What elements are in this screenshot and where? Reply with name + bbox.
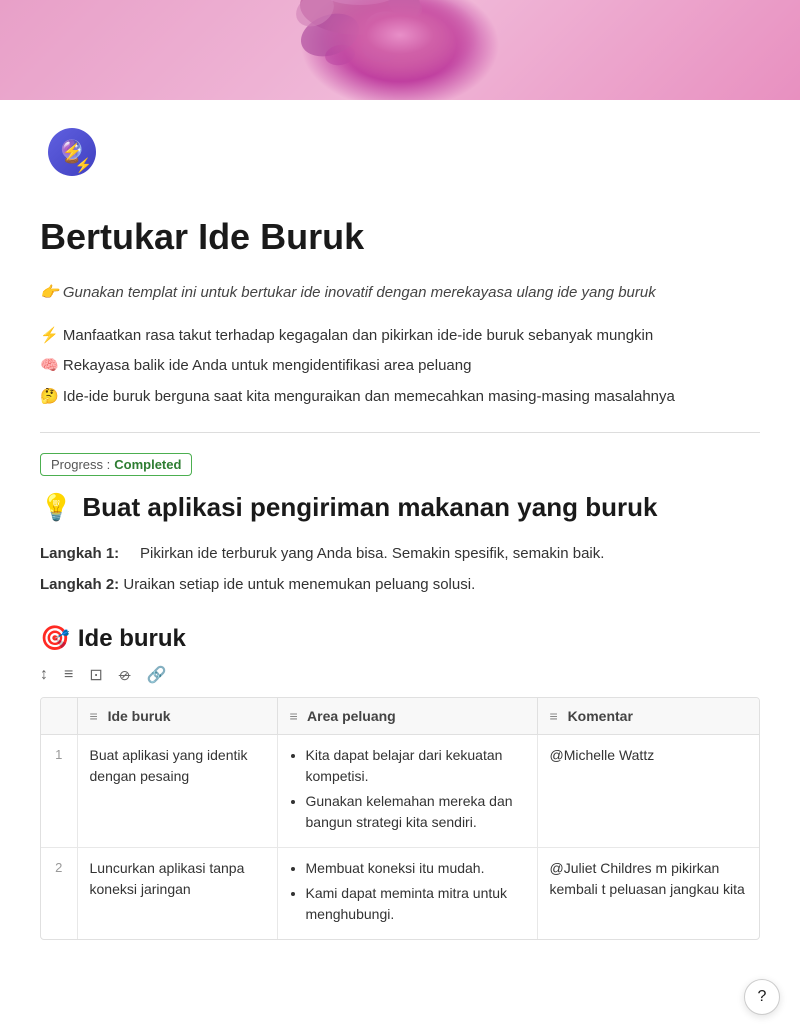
section2-title: 🎯 Ide buruk bbox=[40, 624, 760, 653]
area-item: Kami dapat meminta mitra untuk menghubun… bbox=[306, 883, 525, 925]
help-button[interactable]: ? bbox=[744, 979, 780, 1015]
link-icon[interactable]: 🔗 bbox=[146, 665, 166, 685]
table-row: 2 Luncurkan aplikasi tanpa koneksi jarin… bbox=[41, 848, 759, 940]
ide-buruk-table: ≡ Ide buruk ≡ Area peluang ≡ Komentar 1 bbox=[40, 697, 760, 940]
col-icon: ≡ bbox=[550, 708, 558, 724]
step-1: Langkah 1: Pikirkan ide terburuk yang An… bbox=[40, 543, 760, 566]
progress-status: Completed bbox=[114, 457, 181, 472]
progress-badge: Progress : Completed bbox=[40, 453, 192, 476]
steps-container: Langkah 1: Pikirkan ide terburuk yang An… bbox=[40, 543, 760, 596]
filter-icon[interactable]: ≡ bbox=[64, 666, 73, 684]
table-toolbar: ↕ ≡ ⊡ ⊘ 🔗 bbox=[40, 665, 760, 685]
col-icon: ≡ bbox=[290, 708, 298, 724]
bullet-emoji: ⚡ bbox=[40, 327, 63, 344]
step-2: Langkah 2: Uraikan setiap ide untuk mene… bbox=[40, 574, 760, 597]
table: ≡ Ide buruk ≡ Area peluang ≡ Komentar 1 bbox=[41, 698, 759, 939]
section1-title: 💡 Buat aplikasi pengiriman makanan yang … bbox=[40, 492, 760, 523]
intro-text: 👉 Gunakan templat ini untuk bertukar ide… bbox=[40, 282, 760, 305]
area-list: Membuat koneksi itu mudah. Kami dapat me… bbox=[290, 858, 525, 925]
komentar-cell: @Michelle Wattz bbox=[537, 735, 759, 848]
col-area-header: ≡ Area peluang bbox=[277, 698, 537, 735]
bullet-emoji: 🤔 bbox=[40, 388, 63, 405]
group-icon[interactable]: ⊡ bbox=[89, 665, 102, 685]
row-number: 2 bbox=[41, 848, 77, 940]
list-item: 🧠 Rekayasa balik ide Anda untuk mengiden… bbox=[40, 355, 760, 378]
feature-list: ⚡ Manfaatkan rasa takut terhadap kegagal… bbox=[40, 325, 760, 409]
section-divider bbox=[40, 432, 760, 433]
area-item: Kita dapat belajar dari kekuatan kompeti… bbox=[306, 745, 525, 787]
list-item: 🤔 Ide-ide buruk berguna saat kita mengur… bbox=[40, 386, 760, 409]
page-title: Bertukar Ide Buruk bbox=[40, 216, 760, 258]
progress-label: Progress : bbox=[51, 457, 110, 472]
header-banner bbox=[0, 0, 800, 100]
bullet-emoji: 🧠 bbox=[40, 357, 63, 374]
ide-buruk-cell: Buat aplikasi yang identik dengan pesain… bbox=[77, 735, 277, 848]
list-item: ⚡ Manfaatkan rasa takut terhadap kegagal… bbox=[40, 325, 760, 348]
help-label: ? bbox=[758, 988, 767, 1006]
main-content: Bertukar Ide Buruk 👉 Gunakan templat ini… bbox=[0, 176, 800, 980]
row-number: 1 bbox=[41, 735, 77, 848]
area-item: Gunakan kelemahan mereka dan bangun stra… bbox=[306, 791, 525, 833]
area-list: Kita dapat belajar dari kekuatan kompeti… bbox=[290, 745, 525, 833]
col-ide-header: ≡ Ide buruk bbox=[77, 698, 277, 735]
table-row: 1 Buat aplikasi yang identik dengan pesa… bbox=[41, 735, 759, 848]
komentar-cell: @Juliet Childres m pikirkan kembali t pe… bbox=[537, 848, 759, 940]
area-item: Membuat koneksi itu mudah. bbox=[306, 858, 525, 879]
app-icon: 🔮 ⚡ bbox=[48, 128, 96, 176]
ide-buruk-cell: Luncurkan aplikasi tanpa koneksi jaringa… bbox=[77, 848, 277, 940]
sort-icon[interactable]: ↕ bbox=[40, 666, 48, 684]
section2-emoji: 🎯 bbox=[40, 624, 70, 653]
hide-icon[interactable]: ⊘ bbox=[119, 667, 131, 684]
area-peluang-cell: Kita dapat belajar dari kekuatan kompeti… bbox=[277, 735, 537, 848]
coral-decoration bbox=[270, 0, 450, 95]
section1-emoji: 💡 bbox=[40, 492, 72, 523]
table-header-row: ≡ Ide buruk ≡ Area peluang ≡ Komentar bbox=[41, 698, 759, 735]
col-komentar-header: ≡ Komentar bbox=[537, 698, 759, 735]
col-icon: ≡ bbox=[90, 708, 98, 724]
area-peluang-cell: Membuat koneksi itu mudah. Kami dapat me… bbox=[277, 848, 537, 940]
row-num-header bbox=[41, 698, 77, 735]
intro-emoji: 👉 bbox=[40, 284, 59, 301]
